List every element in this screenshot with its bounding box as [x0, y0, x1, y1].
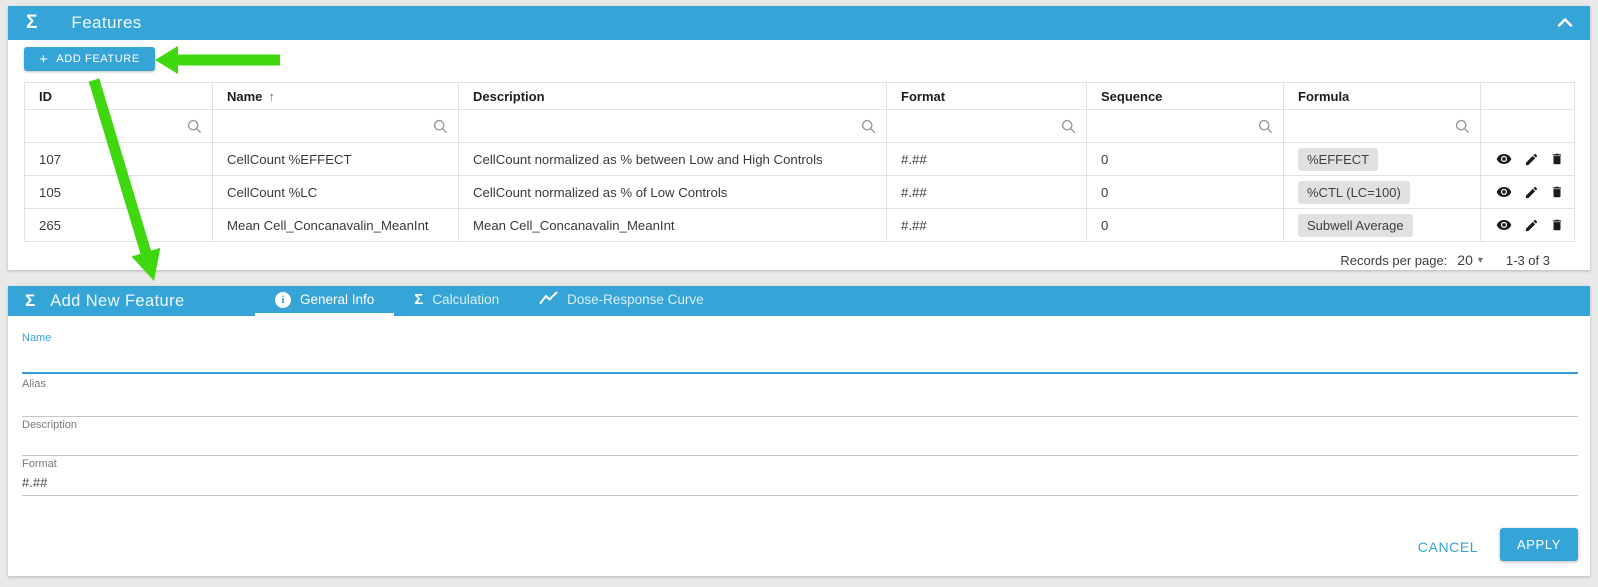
- column-header-id[interactable]: ID: [25, 83, 213, 110]
- cancel-button[interactable]: CANCEL: [1406, 532, 1490, 562]
- table-row: 105 CellCount %LC CellCount normalized a…: [25, 176, 1575, 209]
- search-icon: [1455, 119, 1470, 134]
- table-pagination: Records per page: 20 ▾ 1-3 of 3: [24, 242, 1574, 278]
- search-icon: [433, 119, 448, 134]
- delete-trash-icon[interactable]: [1550, 184, 1564, 200]
- tab-label: Dose-Response Curve: [567, 292, 704, 307]
- cell-description: CellCount normalized as % between Low an…: [459, 143, 887, 176]
- page: Σ Features + ADD FEATURE ID: [0, 0, 1598, 587]
- field-format: Format: [22, 458, 1578, 496]
- cell-name: CellCount %LC: [213, 176, 459, 209]
- table-filter-row: [25, 110, 1575, 143]
- field-description-label: Description: [22, 419, 1578, 431]
- cell-id: 265: [25, 209, 213, 242]
- tab-general-info[interactable]: i General Info: [255, 286, 394, 316]
- add-feature-panel-title: Add New Feature: [50, 292, 184, 311]
- column-header-description[interactable]: Description: [459, 83, 887, 110]
- field-name: Name: [22, 332, 1578, 374]
- field-format-label: Format: [22, 458, 1578, 470]
- records-per-page-value: 20: [1457, 252, 1473, 268]
- cell-description: CellCount normalized as % of Low Control…: [459, 176, 887, 209]
- filter-input-format[interactable]: [901, 113, 1061, 139]
- field-alias: Alias: [22, 378, 1578, 417]
- chevron-up-icon[interactable]: [1556, 15, 1574, 31]
- view-eye-icon[interactable]: [1495, 151, 1513, 167]
- tab-label: General Info: [300, 292, 374, 307]
- field-alias-label: Alias: [22, 378, 1578, 390]
- cell-description: Mean Cell_Concanavalin_MeanInt: [459, 209, 887, 242]
- column-header-formula[interactable]: Formula: [1284, 83, 1481, 110]
- records-per-page-dropdown[interactable]: 20 ▾: [1454, 252, 1483, 268]
- formula-chip: %EFFECT: [1298, 148, 1378, 171]
- pagination-range: 1-3 of 3: [1506, 253, 1550, 268]
- features-panel: Σ Features + ADD FEATURE ID: [8, 6, 1590, 270]
- cell-sequence: 0: [1087, 143, 1284, 176]
- search-icon: [1061, 119, 1076, 134]
- alias-input[interactable]: [22, 390, 1578, 417]
- formula-chip: Subwell Average: [1298, 214, 1413, 237]
- table-row: 107 CellCount %EFFECT CellCount normaliz…: [25, 143, 1575, 176]
- column-header-format[interactable]: Format: [887, 83, 1087, 110]
- column-header-actions: [1481, 83, 1575, 110]
- column-header-name[interactable]: Name↑: [213, 83, 459, 110]
- info-icon: i: [275, 292, 291, 308]
- edit-pencil-icon[interactable]: [1524, 218, 1539, 233]
- formula-chip: %CTL (LC=100): [1298, 181, 1410, 204]
- filter-input-name[interactable]: [227, 113, 433, 139]
- plus-icon: +: [39, 51, 48, 68]
- add-new-feature-panel: Σ Add New Feature i General Info Σ Calcu…: [8, 286, 1590, 576]
- view-eye-icon[interactable]: [1495, 217, 1513, 233]
- sigma-icon: Σ: [414, 291, 423, 308]
- delete-trash-icon[interactable]: [1550, 151, 1564, 167]
- sort-ascending-icon: ↑: [268, 89, 275, 104]
- delete-trash-icon[interactable]: [1550, 217, 1564, 233]
- edit-pencil-icon[interactable]: [1524, 152, 1539, 167]
- cell-id: 107: [25, 143, 213, 176]
- column-header-sequence[interactable]: Sequence: [1087, 83, 1284, 110]
- tab-label: Calculation: [432, 292, 499, 307]
- cell-format: #.##: [887, 209, 1087, 242]
- format-input[interactable]: [22, 470, 1578, 496]
- add-feature-button[interactable]: + ADD FEATURE: [24, 47, 155, 71]
- features-panel-title: Features: [71, 13, 141, 33]
- dose-response-curve-icon: [539, 291, 558, 308]
- edit-pencil-icon[interactable]: [1524, 185, 1539, 200]
- name-input[interactable]: [22, 344, 1578, 374]
- search-icon: [861, 119, 876, 134]
- sigma-icon: Σ: [25, 291, 35, 311]
- tab-calculation[interactable]: Σ Calculation: [394, 286, 519, 316]
- search-icon: [187, 119, 202, 134]
- apply-button[interactable]: APPLY: [1500, 528, 1578, 561]
- filter-input-description[interactable]: [473, 113, 861, 139]
- table-row: 265 Mean Cell_Concanavalin_MeanInt Mean …: [25, 209, 1575, 242]
- table-header-row: ID Name↑ Description Format Sequence For…: [25, 83, 1575, 110]
- filter-input-id[interactable]: [39, 113, 187, 139]
- sigma-icon: Σ: [26, 12, 37, 34]
- tab-bar: i General Info Σ Calculation Dose-Respon…: [255, 286, 724, 316]
- filter-input-sequence[interactable]: [1101, 113, 1258, 139]
- cell-format: #.##: [887, 176, 1087, 209]
- cell-name: CellCount %EFFECT: [213, 143, 459, 176]
- records-per-page-label: Records per page:: [1340, 253, 1447, 268]
- features-header-bar: Σ Features: [8, 6, 1590, 40]
- add-feature-header-bar: Σ Add New Feature i General Info Σ Calcu…: [8, 286, 1590, 316]
- dropdown-caret-icon: ▾: [1478, 255, 1483, 266]
- cell-sequence: 0: [1087, 209, 1284, 242]
- cell-format: #.##: [887, 143, 1087, 176]
- cell-id: 105: [25, 176, 213, 209]
- toolbar: + ADD FEATURE: [8, 40, 1590, 82]
- search-icon: [1258, 119, 1273, 134]
- add-feature-button-label: ADD FEATURE: [56, 53, 139, 65]
- cell-sequence: 0: [1087, 176, 1284, 209]
- view-eye-icon[interactable]: [1495, 184, 1513, 200]
- field-description: Description: [22, 419, 1578, 456]
- tab-dose-response-curve[interactable]: Dose-Response Curve: [519, 286, 724, 316]
- features-table: ID Name↑ Description Format Sequence For…: [24, 82, 1575, 242]
- cell-name: Mean Cell_Concanavalin_MeanInt: [213, 209, 459, 242]
- description-input[interactable]: [22, 431, 1578, 456]
- filter-input-formula[interactable]: [1298, 113, 1455, 139]
- field-name-label: Name: [22, 332, 1578, 344]
